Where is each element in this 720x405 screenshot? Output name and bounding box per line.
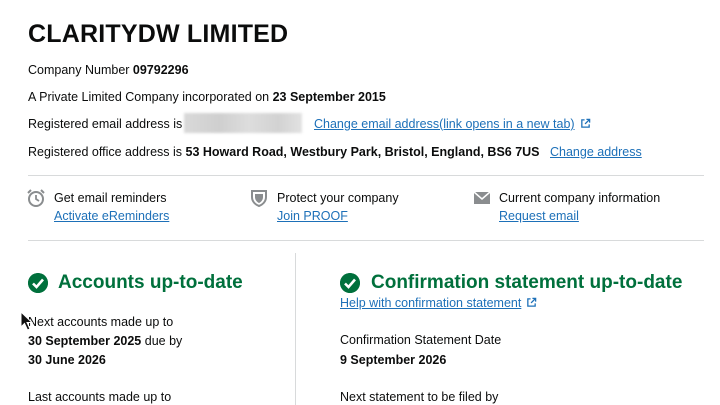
change-email-row: Change email address(link opens in a new… — [314, 116, 591, 132]
service-company-info-link-row: Request email — [499, 208, 579, 224]
company-number-row: Company Number 09792296 — [28, 62, 189, 78]
last-accounts-label: Last accounts made up to — [28, 390, 172, 404]
service-protect-title: Protect your company — [277, 191, 399, 205]
next-accounts-label: Next accounts made up to — [28, 315, 174, 329]
redacted-email — [184, 113, 302, 133]
shield-icon — [251, 190, 267, 208]
mouse-cursor-icon — [20, 311, 34, 331]
section-divider — [28, 240, 704, 241]
check-circle-icon — [28, 273, 48, 293]
registered-office-address: 53 Howard Road, Westbury Park, Bristol, … — [185, 145, 540, 159]
registered-email-row: Registered email address is — [28, 116, 182, 132]
registered-office-label: Registered office address is — [28, 145, 186, 159]
activate-ereminders-link[interactable]: Activate eReminders — [54, 209, 169, 223]
registered-office-row: Registered office address is 53 Howard R… — [28, 144, 540, 160]
change-email-link[interactable]: Change email address(link opens in a new… — [314, 117, 575, 131]
service-protect-link-row: Join PROOF — [277, 208, 348, 224]
confirmation-status-heading: Confirmation statement up-to-date — [371, 272, 683, 293]
change-address-row: Change address — [550, 144, 642, 160]
confirmation-help-link[interactable]: Help with confirmation statement — [340, 296, 521, 310]
confirmation-date-label: Confirmation Statement Date — [340, 333, 502, 347]
company-number-label: Company Number — [28, 63, 133, 77]
incorporation-date: 23 September 2015 — [272, 90, 386, 104]
company-overview-page: CLARITYDW LIMITED Company Number 0979229… — [0, 0, 720, 405]
company-type-text: A Private Limited Company incorporated o… — [28, 90, 273, 104]
section-divider — [28, 175, 704, 176]
service-email-reminders-link-row: Activate eReminders — [54, 208, 169, 224]
accounts-due-date: 30 June 2026 — [28, 353, 106, 367]
due-by-text: due by — [141, 334, 183, 348]
next-accounts-date: 30 September 2025 — [28, 334, 142, 348]
confirmation-help-row: Help with confirmation statement — [340, 295, 537, 311]
check-circle-icon — [340, 273, 360, 293]
company-name-heading: CLARITYDW LIMITED — [28, 20, 289, 48]
service-company-info-title: Current company information — [499, 191, 661, 205]
company-type-row: A Private Limited Company incorporated o… — [28, 89, 386, 105]
registered-email-label: Registered email address is — [28, 117, 183, 131]
company-number-value: 09792296 — [132, 63, 189, 77]
accounts-status-heading: Accounts up-to-date — [58, 272, 243, 293]
alarm-clock-icon — [27, 189, 45, 207]
next-accounts-row: 30 September 2025 due by — [28, 333, 182, 349]
external-link-icon — [527, 297, 537, 307]
external-link-icon — [580, 118, 590, 128]
next-statement-label: Next statement to be filed by — [340, 390, 499, 404]
confirmation-date: 9 September 2026 — [340, 353, 447, 367]
service-email-reminders-title: Get email reminders — [54, 191, 167, 205]
request-email-link[interactable]: Request email — [499, 209, 579, 223]
change-address-link[interactable]: Change address — [550, 145, 642, 159]
join-proof-link[interactable]: Join PROOF — [277, 209, 348, 223]
envelope-icon — [473, 191, 491, 204]
column-divider — [295, 253, 296, 405]
